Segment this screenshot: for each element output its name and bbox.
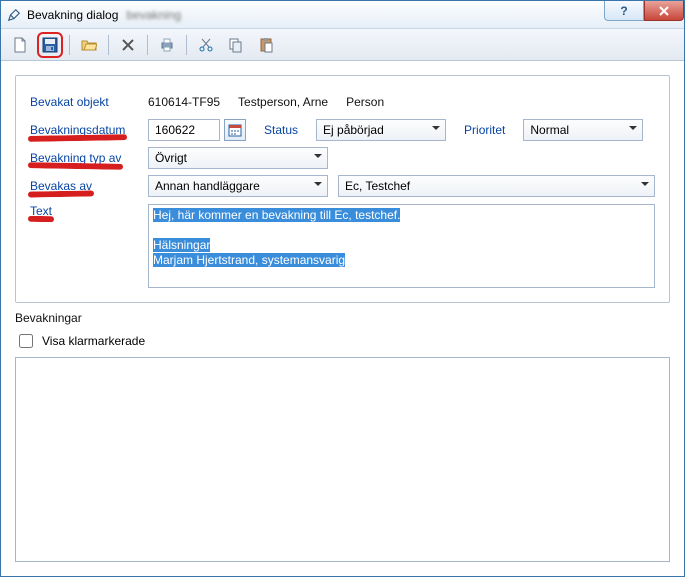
watch-listbox[interactable]: [15, 357, 670, 562]
paste-button[interactable]: [253, 32, 279, 58]
close-icon: [658, 5, 670, 17]
new-file-icon: [12, 37, 28, 53]
print-button[interactable]: [154, 32, 180, 58]
new-button[interactable]: [7, 32, 33, 58]
value-object: 610614-TF95 Testperson, Arne Person: [148, 95, 655, 109]
toolbar: [1, 29, 684, 61]
watchedby-role-select[interactable]: Annan handläggare: [148, 175, 328, 197]
label-object: Bevakat objekt: [30, 95, 148, 109]
watchedby-person-select[interactable]: Ec, Testchef: [338, 175, 655, 197]
help-button[interactable]: ?: [604, 1, 644, 21]
list-panel: Bevakningar Visa klarmarkerade: [15, 311, 670, 562]
show-done-label: Visa klarmarkerade: [42, 334, 145, 348]
dialog-body: Bevakat objekt 610614-TF95 Testperson, A…: [1, 61, 684, 576]
save-button[interactable]: [37, 32, 63, 58]
app-pen-icon: [7, 8, 21, 22]
date-picker-button[interactable]: [224, 119, 246, 141]
text-line: Hej, här kommer en bevakning till Ec, te…: [153, 208, 400, 222]
separator: [108, 35, 109, 55]
separator: [147, 35, 148, 55]
text-area-wrap: Hej, här kommer en bevakning till Ec, te…: [148, 204, 655, 288]
floppy-save-icon: [42, 37, 58, 53]
help-icon: ?: [620, 4, 627, 18]
text-line: Hälsningar: [153, 238, 210, 252]
list-heading: Bevakningar: [15, 311, 670, 325]
label-status: Status: [264, 123, 298, 137]
priority-select[interactable]: Normal: [523, 119, 643, 141]
label-date: Bevakningsdatum: [30, 123, 148, 137]
type-select[interactable]: Övrigt: [148, 147, 328, 169]
open-button[interactable]: [76, 32, 102, 58]
label-text: Text: [30, 204, 148, 218]
row-text: Text Hej, här kommer en bevakning till E…: [30, 204, 655, 288]
separator: [69, 35, 70, 55]
dialog-window: Bevakning dialog bevakning ?: [0, 0, 685, 577]
row-type: Bevakning typ av Övrigt: [30, 144, 655, 172]
checkbox-row: Visa klarmarkerade: [15, 331, 670, 351]
text-line: Marjam Hjertstrand, systemansvarig: [153, 253, 345, 267]
paste-icon: [258, 37, 274, 53]
separator: [186, 35, 187, 55]
copy-button[interactable]: [223, 32, 249, 58]
object-type: Person: [346, 95, 384, 109]
status-select[interactable]: Ej påbörjad: [316, 119, 446, 141]
subtitle-blurred: bevakning: [126, 8, 181, 22]
delete-button[interactable]: [115, 32, 141, 58]
open-folder-icon: [81, 37, 97, 53]
copy-icon: [228, 37, 244, 53]
row-date: Bevakningsdatum Status Ej påbörjad Prior…: [30, 116, 655, 144]
print-icon: [159, 37, 175, 53]
calendar-icon: [228, 123, 242, 137]
cut-button[interactable]: [193, 32, 219, 58]
close-button[interactable]: [644, 1, 684, 21]
object-name: Testperson, Arne: [238, 95, 328, 109]
delete-icon: [120, 37, 136, 53]
object-id: 610614-TF95: [148, 95, 220, 109]
cut-icon: [198, 37, 214, 53]
titlebar: Bevakning dialog bevakning ?: [1, 1, 684, 29]
window-title: Bevakning dialog: [27, 8, 118, 22]
form-panel: Bevakat objekt 610614-TF95 Testperson, A…: [15, 75, 670, 303]
row-object: Bevakat objekt 610614-TF95 Testperson, A…: [30, 88, 655, 116]
label-priority: Prioritet: [464, 123, 505, 137]
show-done-checkbox[interactable]: [19, 334, 33, 348]
window-buttons: ?: [604, 1, 684, 21]
label-watchedby: Bevakas av: [30, 179, 148, 193]
date-input[interactable]: [148, 119, 220, 141]
row-watchedby: Bevakas av Annan handläggare Ec, Testche…: [30, 172, 655, 200]
label-type: Bevakning typ av: [30, 151, 148, 165]
text-area[interactable]: Hej, här kommer en bevakning till Ec, te…: [148, 204, 655, 288]
